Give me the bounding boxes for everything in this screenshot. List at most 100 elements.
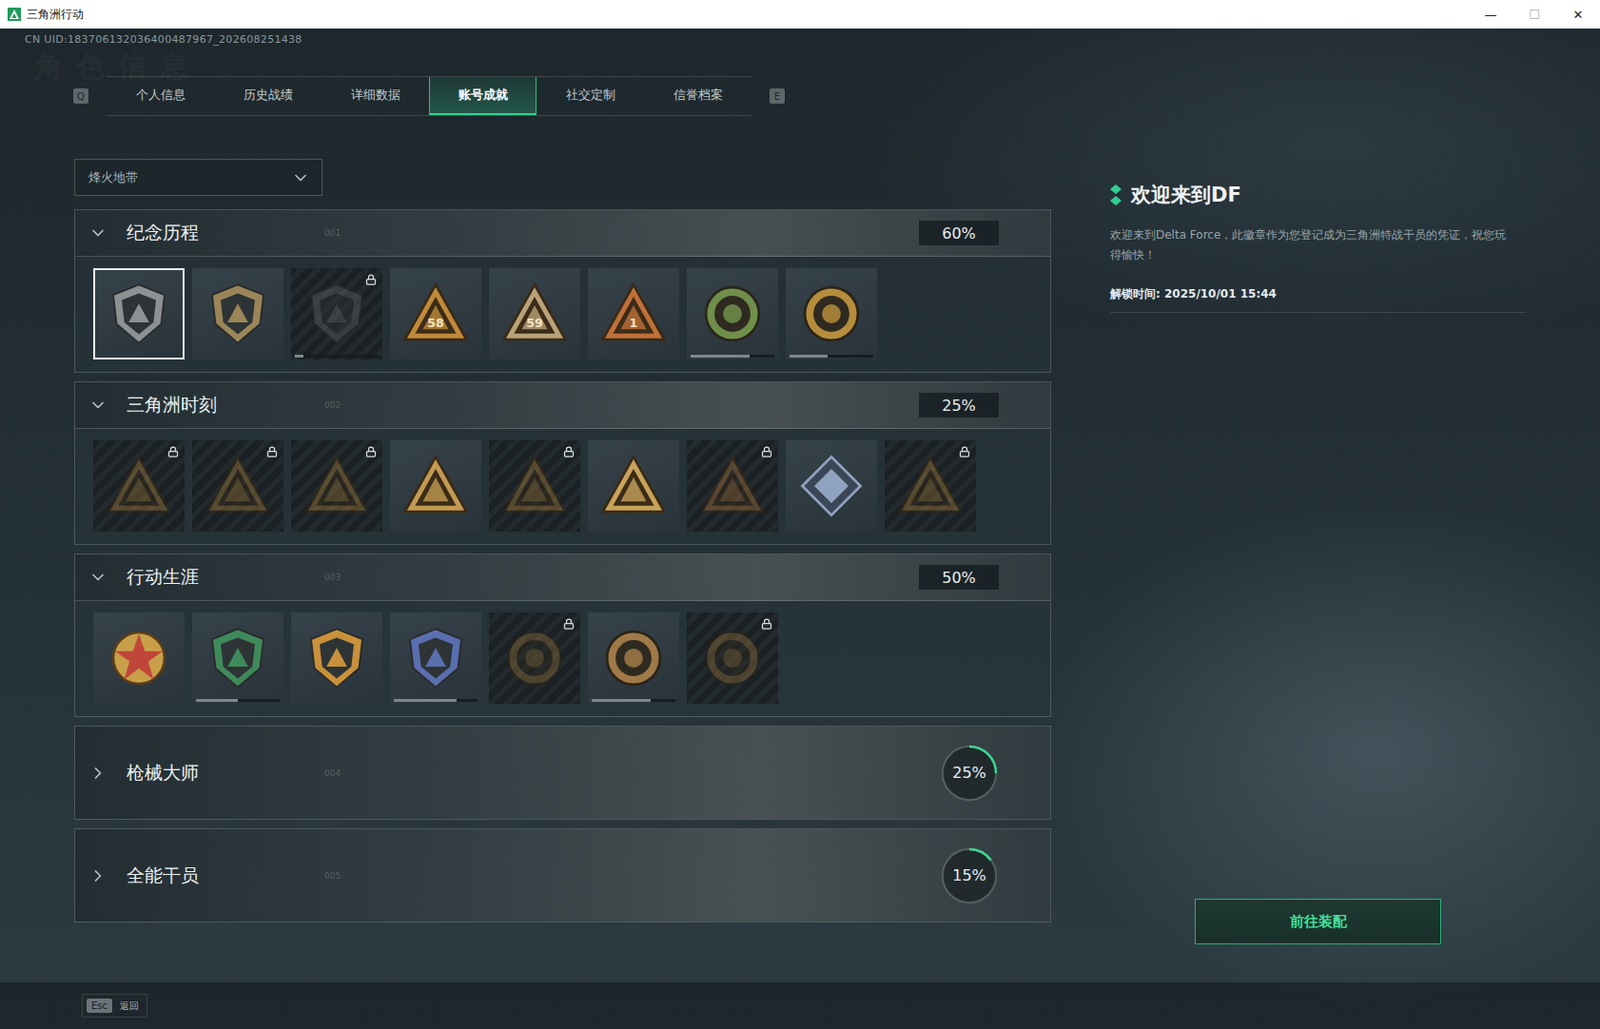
badge-icon — [500, 451, 569, 521]
achievement-list: 烽火地带纪念历程00160%58591三角洲时刻00225%行动生涯00350%… — [74, 158, 1052, 945]
uid-label: CN UID:183706132036400487967_20260825143… — [0, 28, 1600, 46]
badge-tile[interactable] — [291, 268, 383, 360]
badge-tile[interactable] — [192, 612, 284, 704]
section-percent: 25% — [952, 763, 987, 782]
equip-button[interactable]: 前往装配 — [1194, 898, 1442, 945]
badge-tile[interactable] — [785, 268, 878, 360]
tab[interactable]: 个人信息 — [106, 77, 215, 116]
progress-ring: 15% — [939, 846, 999, 906]
section-title: 纪念历程 — [126, 220, 325, 246]
badge-icon — [203, 624, 273, 693]
badge-tile[interactable] — [488, 612, 581, 704]
badge-tile[interactable] — [390, 440, 482, 532]
page-watermark: 角色信息 — [34, 47, 202, 87]
mode-dropdown[interactable]: 烽火地带 — [74, 158, 323, 196]
window-control[interactable]: ☐ — [1512, 7, 1557, 22]
badge-tile[interactable] — [587, 440, 680, 532]
detail-panel: 欢迎来到DF欢迎来到Delta Force，此徽章作为您登记成为三角洲特战干员的… — [1110, 158, 1526, 945]
badge-progress — [690, 354, 775, 358]
chevron-down-icon — [88, 223, 112, 243]
tab[interactable]: 历史战绩 — [214, 77, 322, 116]
section-header[interactable]: 枪械大师00425% — [75, 726, 1051, 820]
badge-tile[interactable]: 59 — [488, 268, 581, 360]
section-percent: 25% — [918, 392, 999, 418]
badge-tile[interactable] — [192, 440, 284, 532]
badge-tile[interactable] — [686, 440, 779, 532]
badge-icon — [203, 451, 273, 521]
bottom-bar: Esc返回 — [0, 982, 1600, 1029]
badge-progress — [195, 699, 280, 703]
section-header[interactable]: 行动生涯00350% — [75, 554, 1051, 602]
badge-row — [75, 429, 1051, 545]
badge-tile[interactable] — [291, 440, 383, 532]
badge-row: 58 59 1 — [75, 256, 1051, 372]
diamond-marker-icon — [1110, 184, 1122, 206]
badge-progress — [591, 699, 676, 703]
badge-tile[interactable] — [587, 612, 680, 704]
badge-tile[interactable] — [93, 612, 185, 704]
badge-icon — [104, 279, 174, 349]
badge-progress-fill — [195, 699, 238, 703]
badge-progress — [393, 699, 478, 703]
badge-progress — [789, 354, 874, 358]
badge-tile[interactable] — [93, 440, 185, 532]
chevron-down-icon — [88, 395, 112, 415]
achievement-section: 枪械大师00425% — [74, 725, 1052, 820]
tab[interactable]: 详细数据 — [321, 77, 430, 116]
section-index: 004 — [324, 768, 940, 779]
next-tab-key[interactable]: E — [769, 88, 785, 104]
window-control[interactable]: ✕ — [1556, 7, 1600, 22]
section-header[interactable]: 纪念历程00160% — [75, 210, 1051, 257]
tab[interactable]: 账号成就 — [429, 77, 537, 116]
badge-progress — [294, 354, 379, 358]
lock-icon — [365, 273, 377, 286]
window-control[interactable]: — — [1468, 7, 1513, 22]
section-title: 三角洲时刻 — [126, 392, 325, 418]
achievement-section: 行动生涯00350% — [74, 553, 1052, 718]
section-percent: 60% — [918, 220, 999, 246]
section-header[interactable]: 三角洲时刻00225% — [75, 382, 1051, 430]
chevron-right-icon — [88, 866, 112, 886]
badge-tile[interactable] — [686, 612, 779, 704]
back-button[interactable]: Esc返回 — [81, 994, 148, 1018]
tab[interactable]: 社交定制 — [536, 77, 644, 116]
badge-row — [75, 601, 1051, 717]
badge-tile[interactable] — [686, 268, 779, 360]
badge-icon: 1 — [599, 279, 668, 349]
app-window: 三角洲行动—☐✕ 角色信息CN UID:183706132036400487967… — [0, 0, 1600, 1029]
window-title: 三角洲行动 — [26, 6, 1469, 23]
svg-text:59: 59 — [526, 315, 544, 331]
achievement-section: 纪念历程00160% 58 59 1 — [74, 209, 1052, 373]
progress-ring: 25% — [939, 743, 999, 803]
section-index: 002 — [324, 400, 919, 410]
section-header[interactable]: 全能干员00515% — [75, 829, 1051, 922]
badge-tile[interactable] — [390, 612, 482, 704]
section-index: 005 — [324, 871, 940, 881]
tab[interactable]: 信誉档案 — [643, 77, 752, 116]
section-index: 003 — [324, 572, 919, 583]
badge-progress-fill — [591, 699, 651, 703]
badge-icon — [302, 279, 371, 349]
unlock-time: 解锁时间: 2025/10/01 15:44 — [1110, 286, 1526, 313]
prev-tab-key[interactable]: Q — [73, 88, 89, 104]
badge-tile[interactable] — [488, 440, 581, 532]
badge-icon — [500, 624, 569, 693]
badge-progress-fill — [690, 354, 750, 358]
badge-tile[interactable] — [884, 440, 976, 532]
badge-tile[interactable] — [192, 268, 284, 360]
tab-row: Q 个人信息历史战绩详细数据账号成就社交定制信誉档案 E — [73, 76, 1600, 117]
badge-tile[interactable] — [93, 268, 185, 360]
back-label: 返回 — [119, 999, 139, 1014]
achievement-section: 三角洲时刻00225% — [74, 381, 1052, 546]
badge-icon — [401, 624, 470, 693]
content-row: 烽火地带纪念历程00160%58591三角洲时刻00225%行动生涯00350%… — [0, 116, 1600, 983]
badge-tile[interactable]: 58 — [390, 268, 482, 360]
badge-tile[interactable] — [785, 440, 878, 532]
badge-tile[interactable]: 1 — [587, 268, 680, 360]
badge-tile[interactable] — [291, 612, 383, 704]
lock-icon — [563, 618, 575, 630]
badge-icon: 58 — [401, 279, 470, 349]
badge-icon — [797, 451, 866, 521]
detail-title: 欢迎来到DF — [1131, 181, 1242, 209]
badge-icon — [698, 624, 767, 693]
